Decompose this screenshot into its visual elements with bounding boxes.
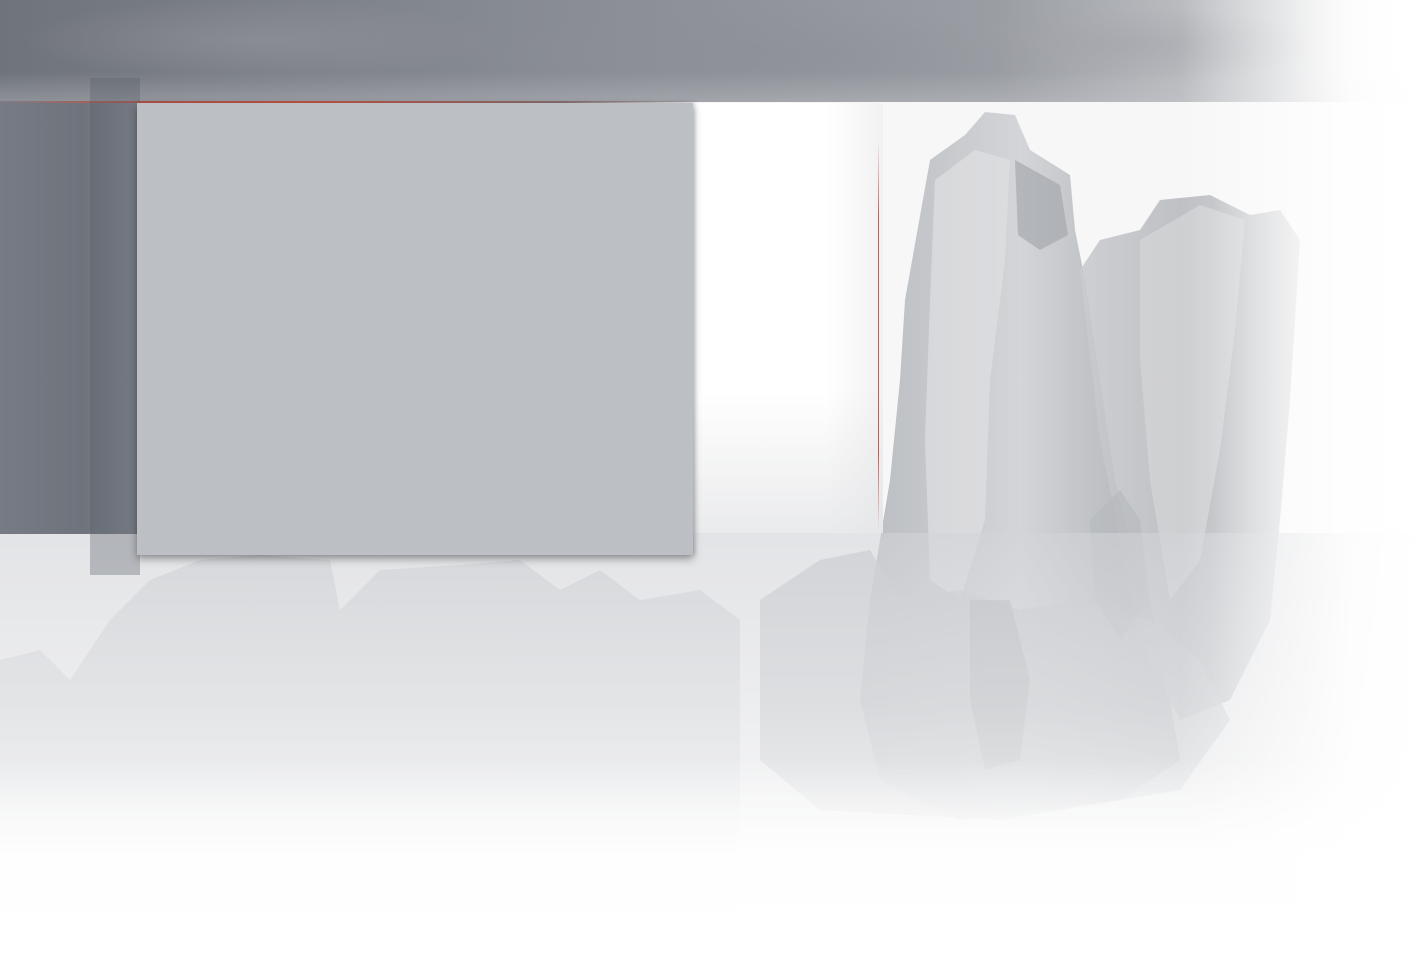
white-card (693, 103, 883, 533)
left-column-overlay (90, 78, 140, 575)
right-fade (1180, 0, 1423, 966)
page-background (0, 0, 1423, 966)
content-panel (137, 103, 693, 555)
vertical-accent-line (878, 140, 879, 530)
